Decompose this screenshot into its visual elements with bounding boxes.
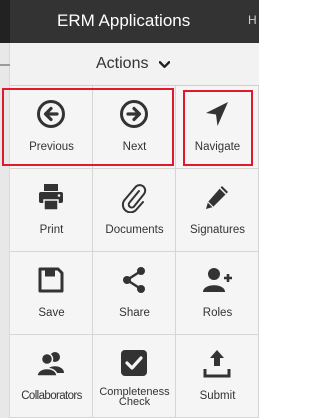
header-overflow-text: H [248,13,257,27]
submit-label: Submit [199,390,236,402]
save-button[interactable]: Save [10,252,93,335]
printer-icon [35,181,67,213]
navigate-label: Navigate [194,141,241,153]
actions-grid: Previous Next Navigate Print Documents S… [10,86,259,418]
roles-label: Roles [202,307,233,319]
paperclip-icon [118,181,150,213]
completeness-check-button[interactable]: Completeness Check [93,335,176,418]
user-plus-icon [201,264,233,296]
submit-button[interactable]: Submit [176,335,259,418]
documents-button[interactable]: Documents [93,169,176,252]
actions-label: Actions [96,55,149,72]
app-title: ERM Applications [57,11,191,30]
arrow-right-circle-icon [118,98,150,130]
next-button[interactable]: Next [93,86,176,169]
actions-dropdown[interactable]: Actions [10,43,259,86]
signatures-label: Signatures [190,224,245,236]
left-panel-header [0,0,10,43]
chevron-down-icon [159,61,170,69]
print-button[interactable]: Print [10,169,93,252]
share-button[interactable]: Share [93,252,176,335]
navigate-button[interactable]: Navigate [176,86,259,169]
arrow-left-circle-icon [35,98,67,130]
collaborators-button[interactable]: Collaborators [10,335,93,418]
location-arrow-icon [201,98,233,130]
app-header: ERM Applications H [10,0,259,43]
signatures-button[interactable]: Signatures [176,169,259,252]
next-label: Next [122,141,147,153]
upload-icon [201,347,233,379]
share-icon [118,264,150,296]
collaborators-label: Collaborators [21,390,82,402]
floppy-disk-icon [35,264,67,296]
left-panel-edge [0,0,10,418]
previous-button[interactable]: Previous [10,86,93,169]
left-panel-divider [0,64,10,66]
share-label: Share [119,307,150,319]
roles-button[interactable]: Roles [176,252,259,335]
users-icon [35,347,67,379]
print-label: Print [39,224,64,236]
previous-label: Previous [29,141,74,153]
save-label: Save [38,307,65,319]
completeness-check-label: Completeness Check [99,386,170,408]
documents-label: Documents [105,224,164,236]
pencil-icon [201,181,233,213]
checkbox-icon [118,347,150,379]
